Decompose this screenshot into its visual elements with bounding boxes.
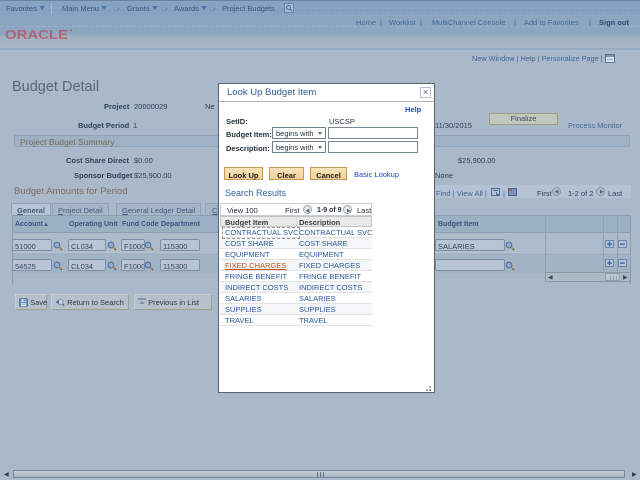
svg-text:ORACLE: ORACLE [5, 28, 68, 42]
